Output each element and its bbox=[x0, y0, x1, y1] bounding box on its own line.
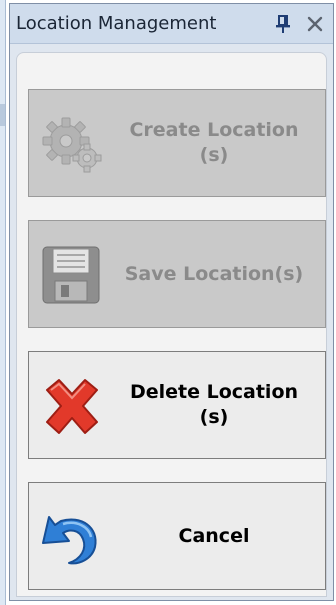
gear-icon bbox=[42, 117, 102, 173]
save-location-label: Save Location(s) bbox=[124, 262, 304, 285]
panel-titlebar: Location Management bbox=[10, 4, 333, 44]
cancel-button[interactable]: Cancel bbox=[28, 482, 326, 590]
delete-location-label: Delete Location (s) bbox=[129, 381, 299, 428]
panel-content: Create Location (s) Save Location(s) Del… bbox=[16, 52, 327, 597]
undo-arrow-icon bbox=[42, 516, 97, 565]
panel-title: Location Management bbox=[16, 13, 217, 34]
close-icon[interactable] bbox=[306, 15, 324, 33]
dock-strip-marker bbox=[0, 104, 5, 126]
location-management-panel: Location Management Create Location (s) … bbox=[9, 3, 334, 601]
pin-icon[interactable] bbox=[274, 14, 292, 34]
cancel-label: Cancel bbox=[178, 524, 250, 547]
floppy-disk-icon bbox=[42, 246, 100, 304]
red-x-icon bbox=[46, 379, 98, 434]
create-location-label: Create Location (s) bbox=[129, 119, 299, 166]
save-location-button[interactable]: Save Location(s) bbox=[28, 220, 326, 328]
left-dock-strip bbox=[0, 0, 6, 605]
create-location-button[interactable]: Create Location (s) bbox=[28, 89, 326, 197]
delete-location-button[interactable]: Delete Location (s) bbox=[28, 351, 326, 459]
